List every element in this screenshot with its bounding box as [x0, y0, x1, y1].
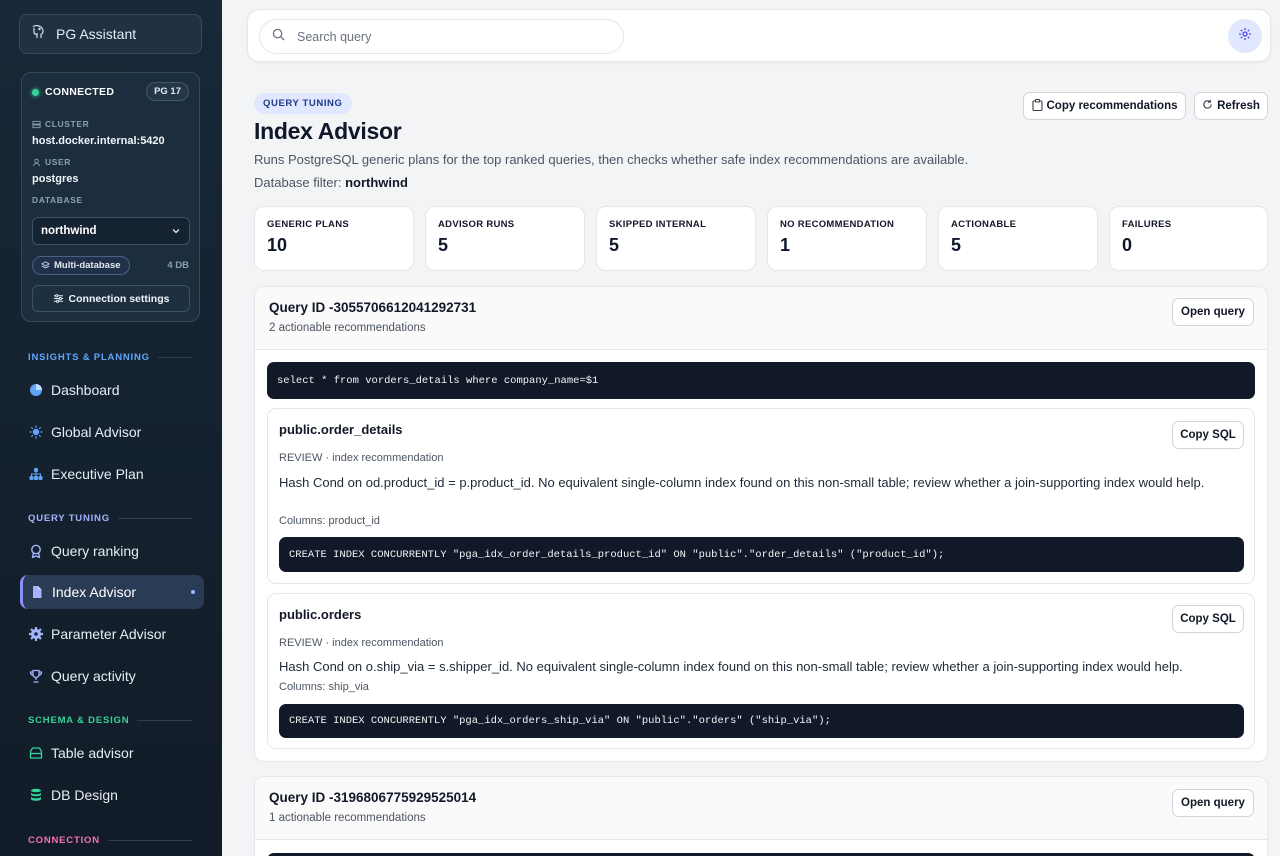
multi-database-badge: Multi-database [32, 256, 130, 275]
database-select[interactable]: northwind [32, 217, 190, 245]
settings-gear-icon [1238, 27, 1252, 46]
query-summary: 2 actionable recommendations [269, 322, 426, 334]
connection-status: CONNECTED [32, 86, 114, 98]
sliders-icon [53, 294, 63, 303]
recommendation-table: public.orders [279, 607, 362, 622]
sidebar-item-executive-plan[interactable]: Executive Plan [20, 457, 204, 491]
gear-icon [29, 627, 43, 641]
sidebar-item-db-design[interactable]: DB Design [20, 778, 204, 812]
database-filter-value: northwind [345, 175, 408, 190]
query-card-header: Query ID -3055706612041292731 2 actionab… [255, 287, 1267, 350]
search-icon [272, 28, 285, 46]
settings-button[interactable] [1228, 19, 1262, 53]
user-value: postgres [32, 173, 79, 185]
elephant-logo-icon [30, 24, 46, 45]
page-description: Runs PostgreSQL generic plans for the to… [254, 152, 969, 167]
sidebar: PG Assistant CONNECTED PG 17 CLUSTER hos… [0, 0, 222, 856]
connection-settings-button[interactable]: Connection settings [32, 285, 190, 312]
section-query-tuning: QUERY TUNING [28, 513, 192, 524]
sidebar-item-index-advisor[interactable]: Index Advisor [20, 575, 204, 609]
chevron-down-icon [172, 229, 180, 234]
connection-panel: CONNECTED PG 17 CLUSTER host.docker.inte… [21, 72, 200, 322]
user-label: USER [32, 157, 71, 167]
copy-sql-button[interactable]: Copy SQL [1172, 605, 1244, 633]
stat-actionable: ACTIONABLE 5 [938, 206, 1098, 271]
award-icon [29, 544, 43, 558]
stat-generic-plans: GENERIC PLANS 10 [254, 206, 414, 271]
connection-status-label: CONNECTED [45, 86, 115, 98]
recommendation-meta: REVIEW · index recommendation [279, 452, 444, 464]
user-icon [32, 158, 41, 166]
cluster-label: CLUSTER [32, 119, 89, 129]
search-input[interactable] [297, 29, 597, 44]
database-count: 4 DB [167, 260, 189, 271]
database-filter: Database filter: northwind [254, 175, 408, 190]
section-badge: QUERY TUNING [254, 93, 352, 114]
database-select-value: northwind [41, 225, 97, 237]
page-title: Index Advisor [254, 118, 402, 144]
recommendation-ddl: CREATE INDEX CONCURRENTLY "pga_idx_order… [279, 704, 1244, 738]
status-dot-icon [32, 88, 39, 96]
sidebar-item-query-activity[interactable]: Query activity [20, 659, 204, 693]
recommendation-card: public.orders Copy SQL REVIEW · index re… [267, 593, 1255, 749]
layers-icon [41, 261, 50, 269]
copy-sql-button[interactable]: Copy SQL [1172, 421, 1244, 449]
open-query-button[interactable]: Open query [1172, 789, 1254, 817]
database-label: DATABASE [32, 195, 83, 205]
cluster-value: host.docker.internal:5420 [32, 135, 165, 147]
sidebar-item-query-ranking[interactable]: Query ranking [20, 534, 204, 568]
section-insights-planning: INSIGHTS & PLANNING [28, 352, 192, 363]
active-indicator-dot [191, 590, 195, 594]
query-summary: 1 actionable recommendations [269, 812, 426, 824]
recommendation-table: public.order_details [279, 422, 403, 437]
recommendation-detail: Hash Cond on o.ship_via = s.shipper_id. … [279, 659, 1183, 674]
recommendation-columns: Columns: ship_via [279, 681, 369, 693]
recommendation-card: public.order_details Copy SQL REVIEW · i… [267, 408, 1255, 584]
query-card: Query ID -3196806775929525014 1 actionab… [254, 776, 1268, 856]
clipboard-icon [1031, 98, 1043, 114]
recommendation-detail: Hash Cond on od.product_id = p.product_i… [279, 475, 1205, 490]
query-sql: select * from vorders_details where comp… [267, 362, 1255, 399]
recommendation-ddl: CREATE INDEX CONCURRENTLY "pga_idx_order… [279, 537, 1244, 572]
app-brand[interactable]: PG Assistant [19, 14, 202, 54]
stat-skipped-internal: SKIPPED INTERNAL 5 [596, 206, 756, 271]
section-connection: CONNECTION [28, 835, 192, 846]
open-query-button[interactable]: Open query [1172, 298, 1254, 326]
refresh-button[interactable]: Refresh [1194, 92, 1268, 120]
recommendation-meta: REVIEW · index recommendation [279, 637, 444, 649]
trophy-icon [29, 669, 43, 683]
stat-advisor-runs: ADVISOR RUNS 5 [425, 206, 585, 271]
sidebar-item-dashboard[interactable]: Dashboard [20, 373, 204, 407]
search-box[interactable] [259, 19, 624, 54]
pie-chart-icon [29, 383, 43, 397]
hierarchy-icon [29, 467, 43, 481]
copy-recommendations-button[interactable]: Copy recommendations [1023, 92, 1186, 120]
database-icon [29, 788, 43, 802]
sidebar-item-global-advisor[interactable]: Global Advisor [20, 415, 204, 449]
recommendation-columns: Columns: product_id [279, 515, 380, 527]
pg-version-badge: PG 17 [146, 82, 189, 101]
refresh-icon [1202, 99, 1213, 113]
sidebar-item-table-advisor[interactable]: Table advisor [20, 736, 204, 770]
stat-no-recommendation: NO RECOMMENDATION 1 [767, 206, 927, 271]
stat-failures: FAILURES 0 [1109, 206, 1268, 271]
query-id: Query ID -3055706612041292731 [269, 300, 477, 315]
document-icon [30, 585, 44, 599]
query-card-header: Query ID -3196806775929525014 1 actionab… [255, 777, 1267, 840]
section-schema-design: SCHEMA & DESIGN [28, 715, 192, 726]
top-bar [247, 9, 1271, 62]
table-icon [29, 746, 43, 760]
query-id: Query ID -3196806775929525014 [269, 790, 477, 805]
sun-icon [29, 425, 43, 439]
server-icon [32, 120, 41, 128]
sidebar-item-parameter-advisor[interactable]: Parameter Advisor [20, 617, 204, 651]
app-name: PG Assistant [56, 26, 137, 42]
